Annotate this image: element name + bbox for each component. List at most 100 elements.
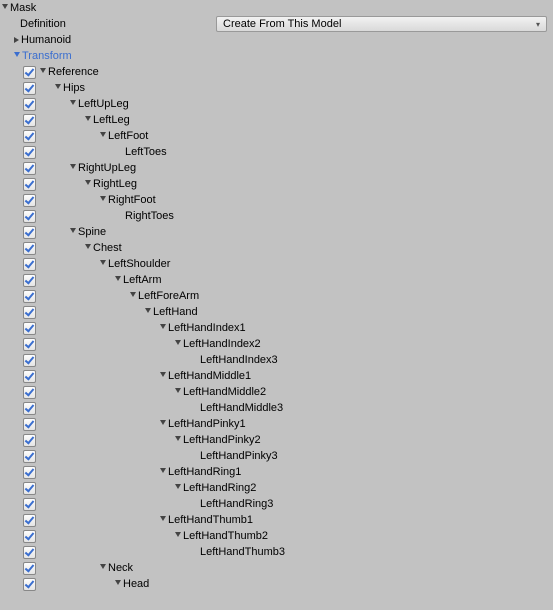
foldout-icon[interactable] [100,132,106,140]
tree-row-spine[interactable]: Spine [0,224,553,240]
foldout-icon[interactable] [160,516,166,524]
tree-checkbox[interactable] [23,114,36,127]
tree-row-leftarm[interactable]: LeftArm [0,272,553,288]
tree-checkbox[interactable] [23,226,36,239]
tree-row-lefthand[interactable]: LeftHand [0,304,553,320]
tree-row-lefttoes[interactable]: LeftToes [0,144,553,160]
transform-toggle-label[interactable]: Transform [22,50,72,62]
tree-checkbox[interactable] [23,562,36,575]
tree-checkbox[interactable] [23,322,36,335]
tree-checkbox[interactable] [23,274,36,287]
tree-row-lefthandmiddle3[interactable]: LeftHandMiddle3 [0,400,553,416]
foldout-icon[interactable] [100,564,106,572]
definition-dropdown[interactable]: Create From This Model ▾ [216,16,547,32]
foldout-icon[interactable] [145,308,151,316]
tree-checkbox[interactable] [23,386,36,399]
tree-checkbox[interactable] [23,418,36,431]
tree-checkbox[interactable] [23,290,36,303]
tree-row-leftshoulder[interactable]: LeftShoulder [0,256,553,272]
humanoid-foldout-icon[interactable] [14,37,19,43]
tree-row-leftfoot[interactable]: LeftFoot [0,128,553,144]
tree-checkbox[interactable] [23,402,36,415]
tree-row-reference[interactable]: Reference [0,64,553,80]
tree-checkbox[interactable] [23,514,36,527]
tree-row-lefthandpinky2[interactable]: LeftHandPinky2 [0,432,553,448]
tree-checkbox[interactable] [23,530,36,543]
tree-row-lefthandmiddle1[interactable]: LeftHandMiddle1 [0,368,553,384]
tree-checkbox[interactable] [23,482,36,495]
tree-node-label: LeftHandThumb2 [183,530,268,542]
foldout-icon[interactable] [130,292,136,300]
tree-row-lefthandpinky1[interactable]: LeftHandPinky1 [0,416,553,432]
tree-row-lefthandindex3[interactable]: LeftHandIndex3 [0,352,553,368]
tree-row-leftforearm[interactable]: LeftForeArm [0,288,553,304]
tree-row-hips[interactable]: Hips [0,80,553,96]
tree-checkbox[interactable] [23,578,36,591]
tree-checkbox[interactable] [23,194,36,207]
tree-checkbox[interactable] [23,162,36,175]
tree-row-lefthandindex2[interactable]: LeftHandIndex2 [0,336,553,352]
tree-checkbox[interactable] [23,258,36,271]
foldout-icon[interactable] [160,468,166,476]
foldout-icon[interactable] [115,276,121,284]
foldout-icon[interactable] [175,388,181,396]
foldout-icon[interactable] [160,420,166,428]
tree-row-neck[interactable]: Neck [0,560,553,576]
tree-checkbox[interactable] [23,370,36,383]
tree-row-lefthandmiddle2[interactable]: LeftHandMiddle2 [0,384,553,400]
tree-row-rightupleg[interactable]: RightUpLeg [0,160,553,176]
foldout-icon[interactable] [175,340,181,348]
humanoid-toggle-label[interactable]: Humanoid [21,34,71,46]
foldout-icon[interactable] [55,84,61,92]
foldout-icon[interactable] [70,100,76,108]
foldout-icon[interactable] [100,260,106,268]
tree-checkbox[interactable] [23,450,36,463]
foldout-icon[interactable] [175,436,181,444]
tree-row-leftupleg[interactable]: LeftUpLeg [0,96,553,112]
tree-row-lefthandring3[interactable]: LeftHandRing3 [0,496,553,512]
tree-row-chest[interactable]: Chest [0,240,553,256]
tree-checkbox[interactable] [23,306,36,319]
tree-checkbox[interactable] [23,242,36,255]
tree-checkbox[interactable] [23,146,36,159]
foldout-icon[interactable] [85,180,91,188]
tree-checkbox[interactable] [23,546,36,559]
tree-row-lefthandindex1[interactable]: LeftHandIndex1 [0,320,553,336]
tree-checkbox[interactable] [23,338,36,351]
tree-row-leftleg[interactable]: LeftLeg [0,112,553,128]
foldout-icon[interactable] [175,532,181,540]
tree-row-lefthandring2[interactable]: LeftHandRing2 [0,480,553,496]
tree-checkbox[interactable] [23,98,36,111]
tree-checkbox[interactable] [23,82,36,95]
tree-row-lefthandthumb3[interactable]: LeftHandThumb3 [0,544,553,560]
tree-row-righttoes[interactable]: RightToes [0,208,553,224]
tree-checkbox[interactable] [23,66,36,79]
tree-row-rightfoot[interactable]: RightFoot [0,192,553,208]
tree-checkbox[interactable] [23,130,36,143]
foldout-icon[interactable] [85,244,91,252]
mask-foldout-icon[interactable] [2,4,8,12]
tree-row-lefthandthumb1[interactable]: LeftHandThumb1 [0,512,553,528]
foldout-icon[interactable] [100,196,106,204]
tree-checkbox[interactable] [23,466,36,479]
foldout-icon[interactable] [160,324,166,332]
tree-row-lefthandthumb2[interactable]: LeftHandThumb2 [0,528,553,544]
foldout-icon[interactable] [85,116,91,124]
tree-checkbox[interactable] [23,354,36,367]
tree-checkbox[interactable] [23,210,36,223]
foldout-icon[interactable] [70,164,76,172]
tree-row-lefthandpinky3[interactable]: LeftHandPinky3 [0,448,553,464]
tree-row-head[interactable]: Head [0,576,553,592]
tree-row-rightleg[interactable]: RightLeg [0,176,553,192]
mask-section-title: Mask [10,2,36,14]
tree-checkbox[interactable] [23,434,36,447]
tree-row-lefthandring1[interactable]: LeftHandRing1 [0,464,553,480]
foldout-icon[interactable] [115,580,121,588]
foldout-icon[interactable] [160,372,166,380]
foldout-icon[interactable] [175,484,181,492]
foldout-icon[interactable] [40,68,46,76]
foldout-icon[interactable] [70,228,76,236]
tree-checkbox[interactable] [23,178,36,191]
transform-foldout-icon[interactable] [14,52,20,60]
tree-checkbox[interactable] [23,498,36,511]
